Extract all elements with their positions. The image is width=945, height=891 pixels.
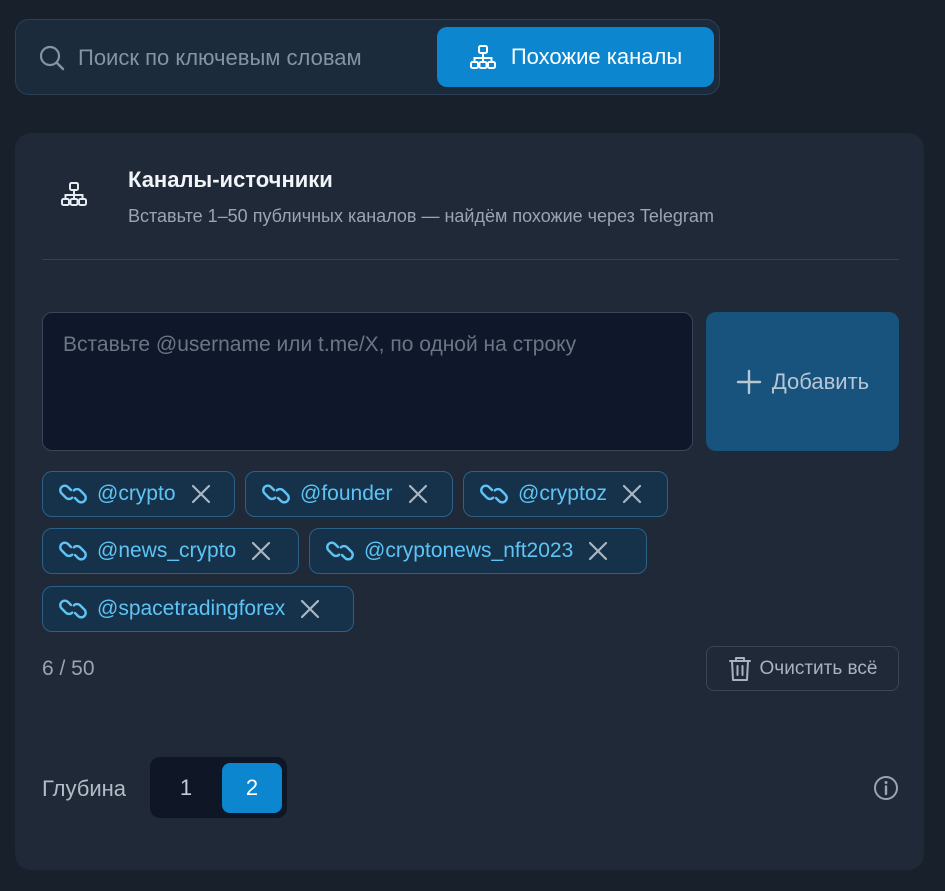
channels-input[interactable] bbox=[42, 312, 693, 451]
link-icon bbox=[326, 541, 354, 561]
tab-keyword-search-label: Поиск по ключевым словам bbox=[78, 45, 362, 70]
link-icon bbox=[59, 484, 87, 504]
clear-all-button[interactable]: Очистить всё bbox=[706, 646, 899, 691]
info-icon[interactable] bbox=[873, 775, 899, 801]
link-icon bbox=[59, 599, 87, 619]
close-icon bbox=[252, 541, 271, 561]
tab-similar-channels-label: Похожие каналы bbox=[510, 44, 683, 69]
channel-chip-label: @cryptoz bbox=[518, 482, 608, 505]
remove-channel-button[interactable] bbox=[621, 483, 643, 505]
depth-toggle: 1 2 bbox=[150, 757, 287, 818]
close-icon bbox=[589, 541, 608, 561]
remove-channel-button[interactable] bbox=[250, 540, 272, 562]
channel-chip: @spacetradingforex bbox=[42, 586, 354, 632]
trash-icon bbox=[728, 656, 751, 681]
tab-keyword-search[interactable]: Поиск по ключевым словам bbox=[38, 29, 438, 87]
card-subtitle: Вставьте 1–50 публичных каналов — найдём… bbox=[128, 206, 714, 226]
channel-chip-label: @founder bbox=[300, 482, 393, 505]
remove-channel-button[interactable] bbox=[587, 540, 609, 562]
channel-chip-label: @cryptonews_nft2023 bbox=[364, 539, 574, 562]
plus-icon bbox=[736, 369, 762, 394]
channel-chip: @crypto bbox=[42, 471, 235, 517]
channel-chip-label: @spacetradingforex bbox=[97, 597, 286, 620]
depth-label: Глубина bbox=[42, 776, 127, 801]
channel-counter: 6 / 50 bbox=[42, 657, 95, 680]
remove-channel-button[interactable] bbox=[407, 483, 429, 505]
add-button-label: Добавить bbox=[771, 368, 870, 394]
channel-chip: @cryptonews_nft2023 bbox=[309, 528, 647, 574]
tab-similar-channels[interactable]: Похожие каналы bbox=[437, 27, 714, 87]
hierarchy-icon bbox=[61, 182, 87, 206]
hierarchy-icon bbox=[469, 45, 496, 69]
channel-chip: @news_crypto bbox=[42, 528, 299, 574]
add-button[interactable]: Добавить bbox=[706, 312, 899, 451]
remove-channel-button[interactable] bbox=[190, 483, 212, 505]
clear-all-label: Очистить всё bbox=[759, 657, 878, 679]
channel-chip-label: @crypto bbox=[97, 482, 176, 505]
close-icon bbox=[408, 484, 427, 504]
close-icon bbox=[622, 484, 642, 504]
depth-option-2[interactable]: 2 bbox=[222, 763, 282, 813]
link-icon bbox=[480, 484, 508, 504]
close-icon bbox=[191, 484, 210, 504]
mode-switch: Поиск по ключевым словам Похожие каналы bbox=[15, 19, 720, 95]
depth-option-1[interactable]: 1 bbox=[156, 763, 216, 813]
channel-chip: @cryptoz bbox=[463, 471, 668, 517]
card-title: Каналы-источники bbox=[128, 167, 333, 192]
link-icon bbox=[262, 484, 290, 504]
channel-chip-label: @news_crypto bbox=[97, 539, 237, 562]
remove-channel-button[interactable] bbox=[299, 598, 321, 620]
link-icon bbox=[59, 541, 87, 561]
search-icon bbox=[39, 45, 65, 71]
divider bbox=[42, 259, 899, 260]
sources-card: Каналы-источники Вставьте 1–50 публичных… bbox=[15, 133, 924, 870]
close-icon bbox=[301, 599, 320, 619]
channel-chip: @founder bbox=[245, 471, 453, 517]
